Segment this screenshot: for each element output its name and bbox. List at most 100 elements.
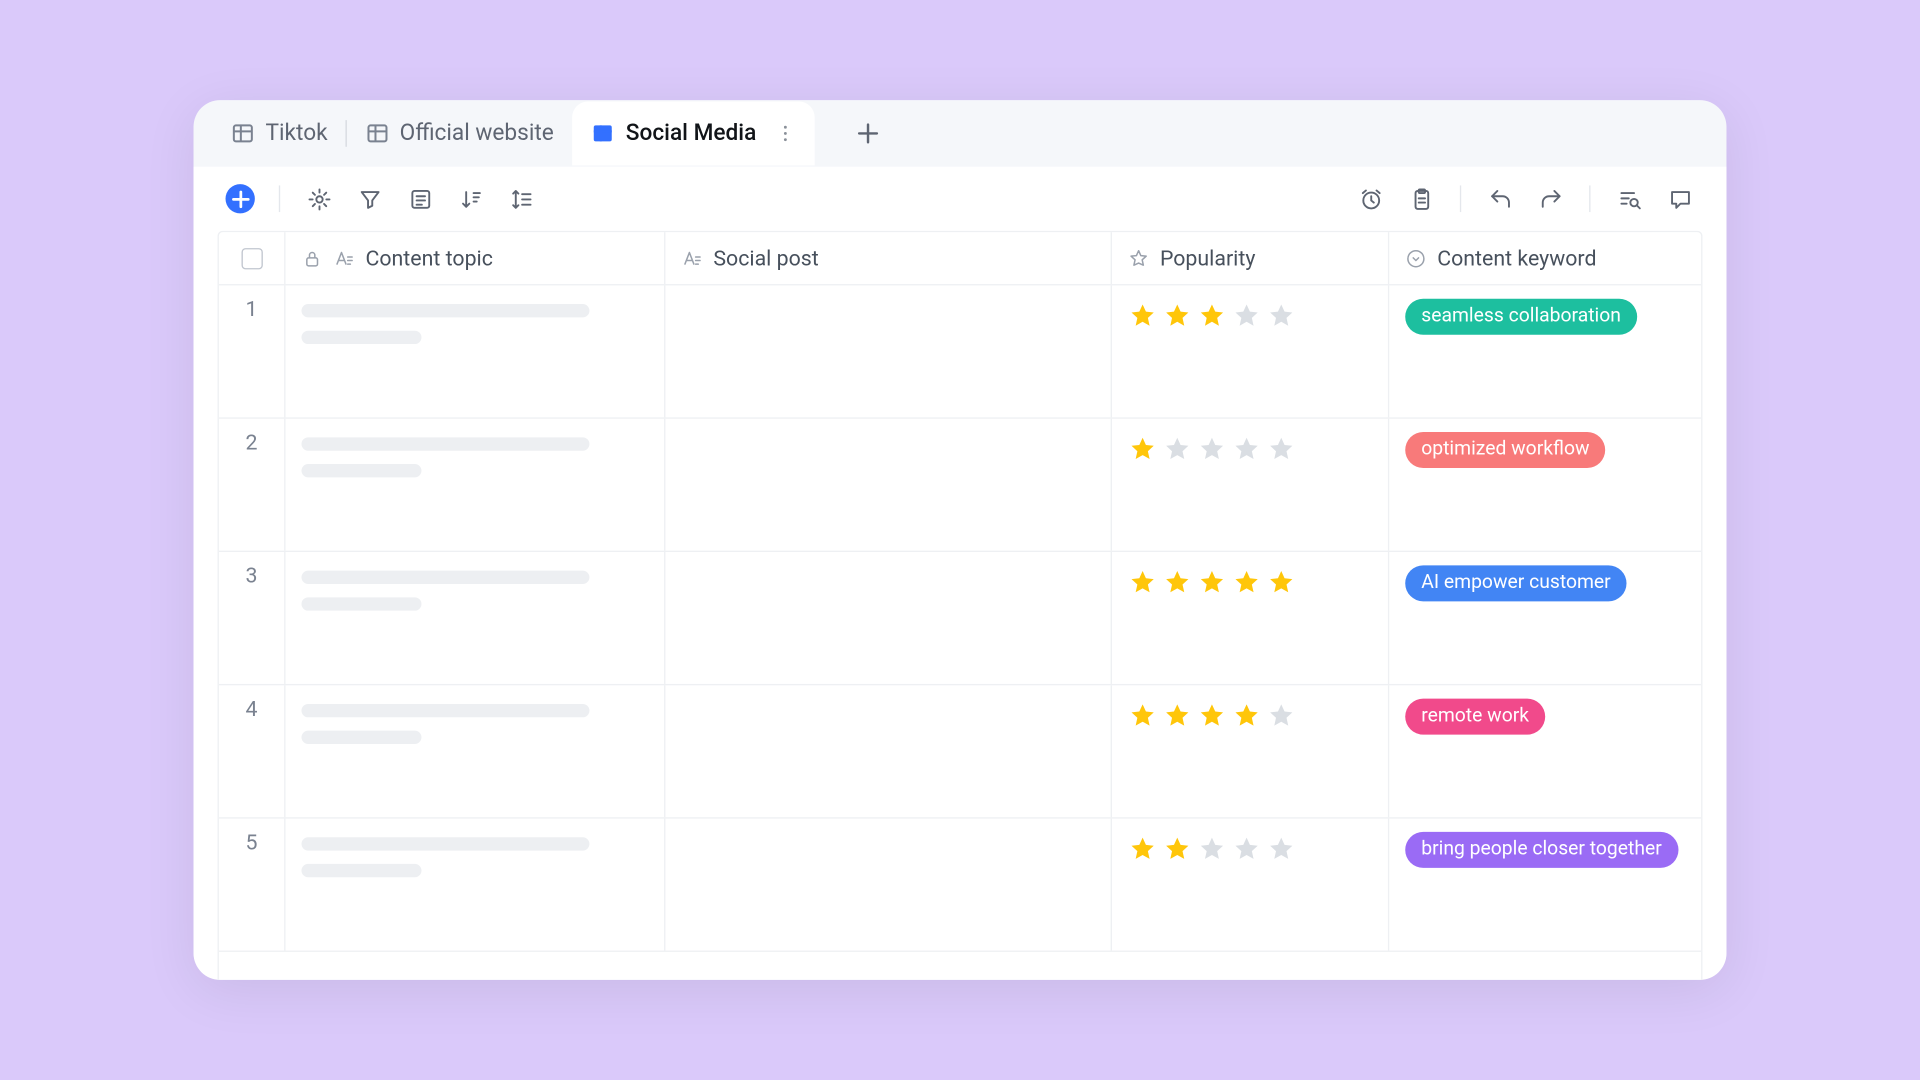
app-window: Tiktok Official website Social Media	[194, 100, 1727, 980]
reminder-button[interactable]	[1348, 176, 1393, 221]
star-filled-icon	[1232, 568, 1261, 597]
add-record-button[interactable]	[218, 176, 263, 221]
star-filled-icon	[1128, 701, 1157, 730]
star-filled-icon	[1197, 301, 1226, 330]
placeholder-content	[301, 699, 648, 744]
column-label: Content topic	[365, 245, 492, 270]
group-button[interactable]	[397, 176, 442, 221]
cell-popularity[interactable]	[1112, 419, 1389, 551]
star-filled-icon	[1197, 701, 1226, 730]
column-content-keyword[interactable]: Content keyword	[1389, 232, 1701, 284]
table-icon	[591, 121, 615, 145]
star-empty-icon	[1267, 301, 1296, 330]
filter-button[interactable]	[347, 176, 392, 221]
star-icon	[1128, 247, 1149, 268]
cell-popularity[interactable]	[1112, 285, 1389, 417]
star-empty-icon	[1163, 435, 1192, 464]
add-tab-button[interactable]	[839, 104, 898, 163]
select-all-header[interactable]	[219, 232, 286, 284]
tab-social-media[interactable]: Social Media	[572, 101, 815, 165]
star-empty-icon	[1267, 435, 1296, 464]
star-empty-icon	[1197, 435, 1226, 464]
gear-icon	[306, 186, 331, 211]
tab-menu-icon[interactable]	[775, 123, 796, 144]
checkbox-icon	[241, 247, 262, 268]
placeholder-content	[301, 299, 648, 344]
row-number: 3	[219, 552, 286, 684]
keyword-chip: remote work	[1405, 699, 1545, 735]
comment-icon	[1667, 186, 1692, 211]
tab-tiktok[interactable]: Tiktok	[212, 101, 346, 165]
text-field-icon	[333, 247, 354, 268]
star-empty-icon	[1232, 301, 1261, 330]
star-filled-icon	[1163, 701, 1192, 730]
undo-icon	[1487, 186, 1512, 211]
plus-icon	[855, 120, 882, 147]
cell-popularity[interactable]	[1112, 552, 1389, 684]
view-panel: Content topic Social post Popularity Con…	[194, 167, 1727, 980]
star-empty-icon	[1232, 835, 1261, 864]
comment-button[interactable]	[1657, 176, 1702, 221]
column-label: Popularity	[1160, 245, 1255, 270]
cell-content-topic[interactable]	[286, 552, 666, 684]
data-table: Content topic Social post Popularity Con…	[218, 231, 1703, 980]
redo-button[interactable]	[1528, 176, 1573, 221]
toolbar	[194, 167, 1727, 231]
group-icon	[407, 186, 432, 211]
placeholder-content	[301, 832, 648, 877]
cell-popularity[interactable]	[1112, 685, 1389, 817]
sort-button[interactable]	[448, 176, 493, 221]
tab-official-website[interactable]: Official website	[346, 101, 572, 165]
cell-social-post[interactable]	[665, 685, 1112, 817]
column-content-topic[interactable]: Content topic	[286, 232, 666, 284]
cell-content-topic[interactable]	[286, 685, 666, 817]
table-icon	[365, 121, 389, 145]
cell-content-keyword[interactable]: seamless collaboration	[1389, 285, 1701, 417]
table-row[interactable]: 1 seamless collaboration	[219, 285, 1701, 418]
search-button[interactable]	[1607, 176, 1652, 221]
column-popularity[interactable]: Popularity	[1112, 232, 1389, 284]
keyword-chip: optimized workflow	[1405, 432, 1605, 468]
cell-content-topic[interactable]	[286, 419, 666, 551]
text-field-icon	[681, 247, 702, 268]
table-row[interactable]: 2optimized workflow	[219, 419, 1701, 552]
column-label: Social post	[713, 245, 818, 270]
cell-content-topic[interactable]	[286, 819, 666, 951]
row-number: 4	[219, 685, 286, 817]
filter-icon	[357, 186, 382, 211]
row-number: 1	[219, 285, 286, 417]
star-empty-icon	[1197, 835, 1226, 864]
cell-content-keyword[interactable]: bring people closer together	[1389, 819, 1701, 951]
row-height-button[interactable]	[499, 176, 544, 221]
cell-popularity[interactable]	[1112, 819, 1389, 951]
search-in-list-icon	[1617, 186, 1642, 211]
cell-social-post[interactable]	[665, 285, 1112, 417]
cell-social-post[interactable]	[665, 419, 1112, 551]
cell-content-keyword[interactable]: optimized workflow	[1389, 419, 1701, 551]
cell-content-keyword[interactable]: remote work	[1389, 685, 1701, 817]
star-filled-icon	[1128, 835, 1157, 864]
star-filled-icon	[1128, 301, 1157, 330]
cell-content-keyword[interactable]: AI empower customer	[1389, 552, 1701, 684]
alarm-icon	[1358, 186, 1383, 211]
clipboard-button[interactable]	[1399, 176, 1444, 221]
table-row[interactable]: 3 AI empower customer	[219, 552, 1701, 685]
table-row[interactable]: 4 remote work	[219, 685, 1701, 818]
cell-social-post[interactable]	[665, 819, 1112, 951]
star-empty-icon	[1232, 435, 1261, 464]
column-social-post[interactable]: Social post	[665, 232, 1112, 284]
row-height-icon	[509, 186, 534, 211]
undo-button[interactable]	[1477, 176, 1522, 221]
cell-social-post[interactable]	[665, 552, 1112, 684]
select-field-icon	[1405, 247, 1426, 268]
clipboard-icon	[1409, 186, 1434, 211]
settings-button[interactable]	[296, 176, 341, 221]
star-empty-icon	[1267, 835, 1296, 864]
tab-label: Tiktok	[266, 120, 328, 147]
table-row[interactable]: 5bring people closer together	[219, 819, 1701, 952]
keyword-chip: AI empower customer	[1405, 565, 1627, 601]
star-filled-icon	[1163, 301, 1192, 330]
star-filled-icon	[1197, 568, 1226, 597]
star-filled-icon	[1163, 835, 1192, 864]
cell-content-topic[interactable]	[286, 285, 666, 417]
